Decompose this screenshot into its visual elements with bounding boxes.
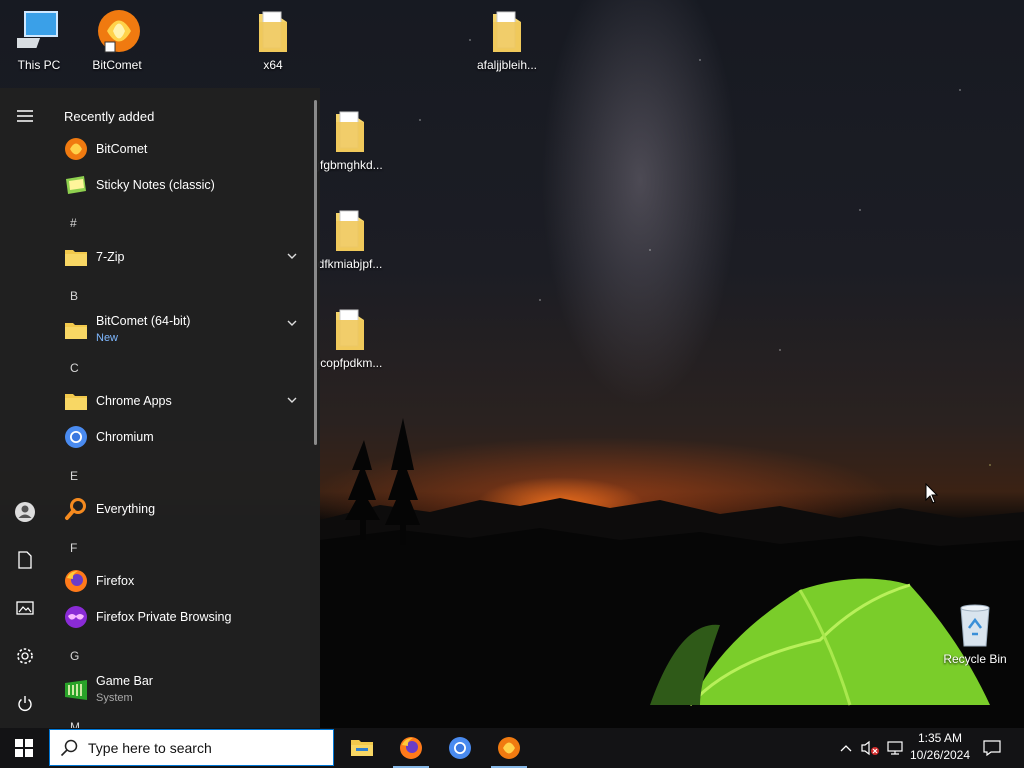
start-rail <box>0 88 50 728</box>
firefox-icon <box>63 568 89 594</box>
chevron-down-icon[interactable] <box>286 250 298 262</box>
computer-icon <box>17 11 58 48</box>
start-item-everything[interactable]: Everything <box>50 492 312 526</box>
settings-icon[interactable] <box>13 644 37 668</box>
folder-icon <box>336 309 364 350</box>
letter-header-m[interactable]: M <box>70 720 80 728</box>
folder-icon <box>493 11 521 52</box>
folder-icon <box>336 111 364 152</box>
new-badge: New <box>96 332 119 344</box>
start-button[interactable] <box>0 728 48 768</box>
power-icon[interactable] <box>13 692 37 716</box>
desktop-icon-afaljjbleih-folder[interactable]: afaljjbleih... <box>469 8 545 72</box>
start-scrollbar[interactable] <box>314 100 317 445</box>
pictures-icon[interactable] <box>13 596 37 620</box>
start-item-firefox[interactable]: Firefox <box>50 564 312 598</box>
clock-time: 1:35 AM <box>917 731 963 745</box>
search-input[interactable] <box>88 730 328 765</box>
game-bar-icon <box>63 677 89 703</box>
taskbar-chromium[interactable] <box>436 728 484 768</box>
chevron-down-icon[interactable] <box>286 317 298 329</box>
folder-icon <box>63 388 89 414</box>
letter-header-hash[interactable]: # <box>70 216 77 230</box>
letter-header-f[interactable]: F <box>70 541 77 555</box>
folder-icon <box>63 244 89 270</box>
taskbar-firefox[interactable] <box>387 728 435 768</box>
taskbar-file-explorer[interactable] <box>338 728 386 768</box>
firefox-icon <box>400 737 422 759</box>
bitcomet-icon <box>63 136 89 162</box>
documents-icon[interactable] <box>13 548 37 572</box>
letter-header-g[interactable]: G <box>70 649 79 663</box>
search-icon <box>60 739 78 757</box>
start-item-bitcomet-64bit[interactable]: BitComet (64-bit) New <box>50 310 312 350</box>
sticky-notes-icon <box>63 172 89 198</box>
taskbar-clock[interactable]: 1:35 AM 10/26/2024 <box>902 730 978 764</box>
bitcomet-icon <box>498 737 520 759</box>
notification-icon <box>983 740 1001 756</box>
taskbar-bitcomet[interactable] <box>485 728 533 768</box>
firefox-private-icon <box>63 604 89 630</box>
taskbar-search-box[interactable] <box>49 729 334 766</box>
folder-icon <box>259 11 287 52</box>
folder-icon <box>336 210 364 251</box>
chevron-down-icon[interactable] <box>286 394 298 406</box>
desktop-icon-jcopfpdkm-folder[interactable]: jcopfpdkm... <box>312 306 388 370</box>
taskbar: 1:35 AM 10/26/2024 <box>0 728 1024 768</box>
desktop-icon-jfgbmghkd-folder[interactable]: jfgbmghkd... <box>312 108 388 172</box>
start-item-sticky-notes[interactable]: Sticky Notes (classic) <box>50 168 312 202</box>
hamburger-icon[interactable] <box>13 104 37 128</box>
letter-header-c[interactable]: C <box>70 361 79 375</box>
start-app-list: Recently added BitComet Sticky Notes (cl… <box>50 88 320 728</box>
start-item-chrome-apps[interactable]: Chrome Apps <box>50 384 312 418</box>
chromium-icon <box>63 424 89 450</box>
speaker-muted-icon <box>861 740 879 756</box>
start-item-chromium[interactable]: Chromium <box>50 420 312 454</box>
desktop-icon-x64-folder[interactable]: x64 <box>235 8 311 72</box>
letter-header-b[interactable]: B <box>70 289 78 303</box>
letter-header-e[interactable]: E <box>70 469 78 483</box>
bitcomet-icon <box>98 10 140 53</box>
user-icon[interactable] <box>13 500 37 524</box>
file-explorer-icon <box>351 740 373 756</box>
recycle-bin-icon <box>960 604 990 647</box>
recently-added-heading: Recently added <box>64 109 155 124</box>
windows-logo-icon <box>15 739 33 757</box>
action-center-button[interactable] <box>978 728 1006 768</box>
start-menu: Recently added BitComet Sticky Notes (cl… <box>0 88 320 728</box>
start-item-firefox-private[interactable]: Firefox Private Browsing <box>50 600 312 634</box>
mouse-cursor-icon <box>925 483 939 504</box>
folder-icon <box>63 317 89 343</box>
desktop-icon-recycle-bin[interactable]: Recycle Bin <box>937 602 1013 666</box>
desktop-icon-dfkmiabjpf-folder[interactable]: dfkmiabjpf... <box>312 207 388 271</box>
everything-icon <box>63 496 89 522</box>
desktop-icon-this-pc[interactable]: This PC <box>1 8 77 72</box>
tray-show-hidden-icons[interactable] <box>836 728 856 768</box>
desktop-icon-bitcomet[interactable]: BitComet <box>79 8 155 72</box>
chevron-up-icon <box>840 745 852 752</box>
clock-date: 10/26/2024 <box>909 748 971 762</box>
start-item-bitcomet-recent[interactable]: BitComet <box>50 132 312 166</box>
tray-volume-muted[interactable] <box>858 728 882 768</box>
start-item-7zip[interactable]: 7-Zip <box>50 240 312 274</box>
chromium-icon <box>449 737 471 759</box>
start-item-game-bar[interactable]: Game Bar System <box>50 670 312 710</box>
